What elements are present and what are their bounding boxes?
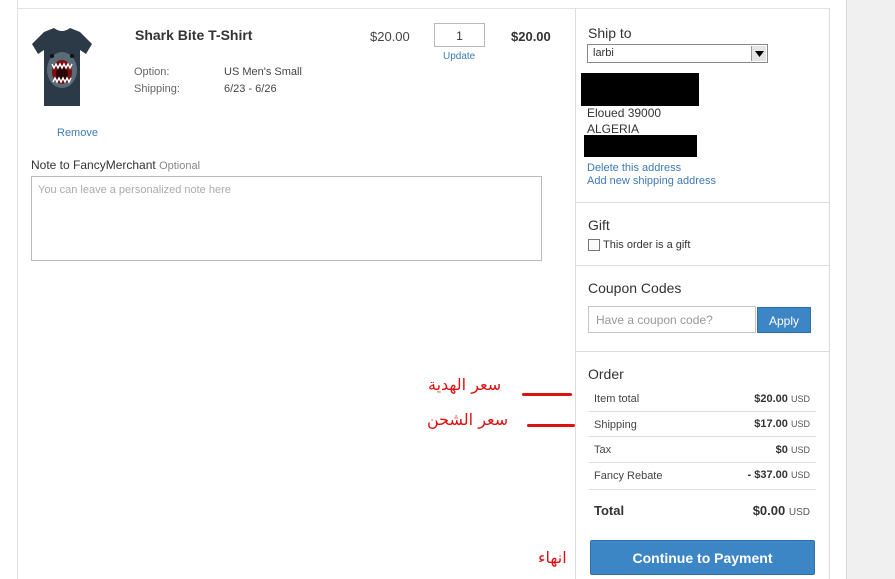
delete-address-link[interactable]: Delete this address: [587, 162, 681, 174]
row-divider: [589, 436, 816, 437]
address-country: ALGERIA: [587, 122, 640, 136]
order-total-amount: $0.00: [752, 503, 786, 518]
gift-checkbox[interactable]: [588, 239, 600, 251]
quantity-input[interactable]: 1: [434, 23, 485, 47]
ship-to-select[interactable]: larbi: [587, 44, 768, 63]
annotation-gift-price: سعر الهدية: [428, 375, 502, 394]
section-divider: [576, 351, 829, 352]
add-address-link[interactable]: Add new shipping address: [587, 175, 716, 187]
order-row-label: Item total: [594, 393, 640, 405]
page-background-right: [846, 0, 895, 579]
row-divider: [589, 489, 816, 490]
cart-top-border: [18, 8, 830, 9]
annotation-arrow-line: [522, 393, 572, 396]
order-total-value: $0.00 USD: [753, 503, 810, 518]
order-row-label: Tax: [594, 444, 612, 456]
shark-tshirt-image: [32, 28, 92, 106]
note-textarea[interactable]: You can leave a personalized note here: [31, 176, 542, 261]
shipping-dates: 6/23 - 6/26: [224, 83, 277, 95]
currency-code: USD: [790, 394, 810, 404]
coupon-title: Coupon Codes: [588, 280, 682, 296]
section-divider: [576, 265, 829, 266]
chevron-down-icon[interactable]: [751, 46, 766, 61]
order-row-value: $0 USD: [776, 444, 810, 456]
redacted-address-block: [581, 73, 699, 106]
order-row-label: Shipping: [594, 419, 637, 431]
order-row-value: $17.00 USD: [754, 418, 810, 430]
currency-code: USD: [790, 470, 810, 480]
order-total-label: Total: [594, 503, 625, 518]
option-value: US Men's Small: [224, 66, 302, 78]
sidebar-right-border: [829, 8, 830, 579]
line-total: $20.00: [511, 29, 551, 44]
shipping-amount: $17.00: [754, 418, 788, 430]
coupon-input[interactable]: Have a coupon code?: [588, 306, 756, 333]
tax-amount: $0: [775, 444, 788, 456]
redacted-phone-block: [584, 135, 697, 157]
row-divider: [589, 411, 816, 412]
remove-item-link[interactable]: Remove: [57, 127, 98, 139]
note-label: Note to FancyMerchant Optional: [31, 158, 200, 172]
order-row-value: - $37.00 USD: [748, 469, 810, 481]
note-label-text: Note to FancyMerchant: [31, 158, 156, 172]
order-row-label: Fancy Rebate: [594, 470, 663, 482]
ship-to-title: Ship to: [588, 25, 632, 41]
left-gutter: [0, 0, 18, 579]
product-title[interactable]: Shark Bite T-Shirt: [135, 27, 252, 43]
apply-coupon-button[interactable]: Apply: [757, 307, 811, 333]
row-divider: [589, 462, 816, 463]
product-thumbnail[interactable]: [30, 26, 94, 108]
rebate-amount: - $37.00: [747, 469, 788, 481]
unit-price: $20.00: [370, 29, 410, 44]
note-optional-tag: Optional: [159, 160, 201, 172]
annotation-shipping-price: سعر الشحن: [427, 410, 509, 429]
ship-to-selected: larbi: [593, 47, 614, 59]
order-row-value: $20.00 USD: [754, 393, 810, 405]
shipping-label: Shipping:: [134, 83, 180, 95]
currency-code: USD: [790, 445, 810, 455]
order-title: Order: [588, 366, 624, 382]
continue-to-payment-button[interactable]: Continue to Payment: [590, 540, 815, 575]
annotation-arrow-line: [527, 424, 575, 427]
item-total-amount: $20.00: [754, 393, 788, 405]
currency-code: USD: [788, 507, 810, 518]
currency-code: USD: [790, 419, 810, 429]
option-label: Option:: [134, 66, 170, 78]
section-divider: [576, 202, 829, 203]
gift-checkbox-label[interactable]: This order is a gift: [603, 239, 690, 251]
address-city: Eloued 39000: [587, 106, 662, 120]
gift-title: Gift: [588, 217, 610, 233]
annotation-finish: انهاء: [538, 548, 567, 567]
sidebar-divider: [575, 8, 576, 579]
update-quantity-link[interactable]: Update: [443, 51, 475, 62]
